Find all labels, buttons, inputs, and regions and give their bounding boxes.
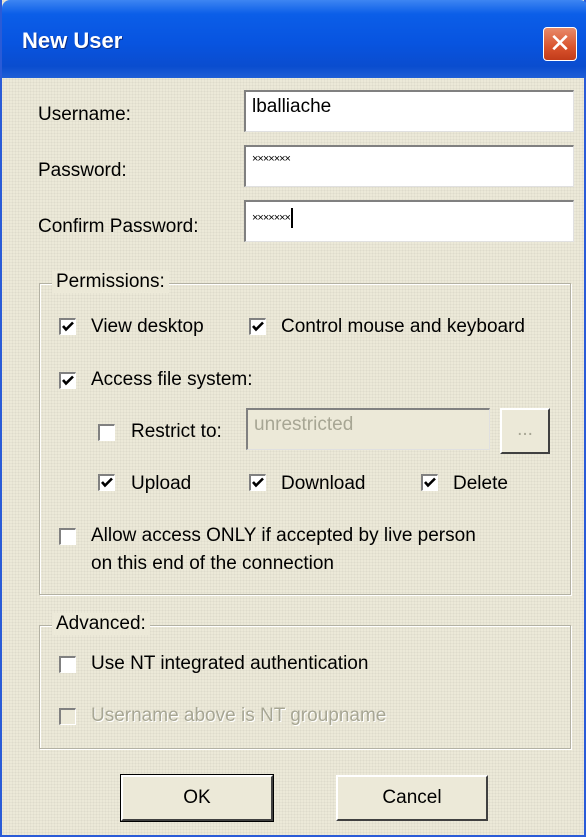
new-user-dialog: New User ✕ Username: lballiache Password… [0, 0, 586, 837]
close-button[interactable]: ✕ [543, 27, 577, 61]
checkmark-icon [252, 321, 264, 332]
restrict-to-input: unrestricted [246, 408, 490, 450]
username-label: Username: [38, 104, 131, 125]
username-input[interactable]: lballiache [244, 90, 574, 132]
text-caret [290, 208, 293, 228]
advanced-group-title: Advanced: [52, 613, 150, 635]
delete-checkbox[interactable] [421, 474, 438, 491]
confirm-password-input[interactable]: ××××××× [244, 200, 574, 242]
restrict-to-label: Restrict to: [131, 421, 222, 442]
advanced-group [39, 625, 571, 749]
view-desktop-label: View desktop [91, 316, 204, 337]
password-input[interactable]: ××××××× [244, 145, 574, 187]
checkmark-icon [252, 477, 264, 488]
allow-live-person-label-line2: on this end of the connection [91, 553, 334, 574]
access-file-system-label: Access file system: [91, 369, 253, 390]
checkmark-icon [62, 321, 74, 332]
confirm-password-value: ××××××× [252, 211, 291, 224]
close-icon: ✕ [549, 29, 571, 59]
browse-button[interactable]: ... [500, 408, 550, 454]
restrict-to-checkbox[interactable] [98, 424, 115, 441]
confirm-password-label: Confirm Password: [38, 216, 199, 237]
password-label: Password: [38, 160, 127, 181]
download-checkbox[interactable] [249, 474, 266, 491]
control-mouse-checkbox[interactable] [249, 318, 266, 335]
download-label: Download [281, 473, 366, 494]
permissions-group-title: Permissions: [52, 271, 169, 293]
restrict-to-value: unrestricted [254, 414, 354, 435]
upload-label: Upload [131, 473, 192, 494]
password-value: ××××××× [252, 153, 291, 165]
view-desktop-checkbox[interactable] [59, 318, 76, 335]
ok-button[interactable]: OK [120, 774, 274, 822]
checkmark-icon [424, 477, 436, 488]
nt-auth-checkbox[interactable] [59, 656, 76, 673]
cancel-button[interactable]: Cancel [336, 775, 488, 821]
delete-label: Delete [453, 473, 508, 494]
allow-live-person-label-line1: Allow access ONLY if accepted by live pe… [91, 525, 476, 546]
checkmark-icon [62, 375, 74, 386]
username-value: lballiache [252, 96, 332, 117]
nt-groupname-label: Username above is NT groupname [91, 705, 387, 726]
dialog-title: New User [22, 28, 123, 53]
nt-auth-label: Use NT integrated authentication [91, 653, 369, 674]
upload-checkbox[interactable] [98, 474, 115, 491]
allow-live-person-checkbox[interactable] [59, 528, 76, 545]
nt-groupname-checkbox [59, 708, 76, 725]
checkmark-icon [101, 477, 113, 488]
access-file-system-checkbox[interactable] [59, 372, 76, 389]
control-mouse-label: Control mouse and keyboard [281, 316, 525, 337]
title-bar[interactable]: New User ✕ [2, 0, 586, 78]
